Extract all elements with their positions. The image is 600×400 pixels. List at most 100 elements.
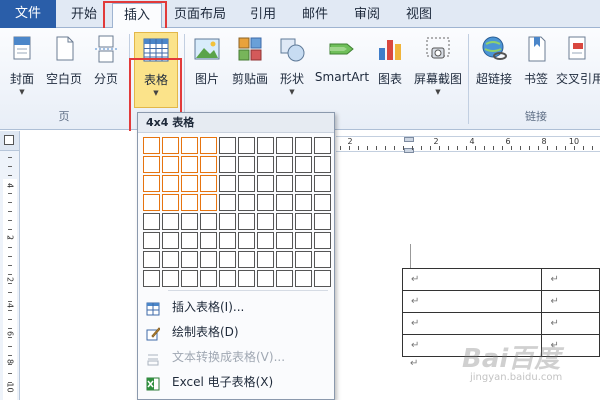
table-grid-cell[interactable] bbox=[181, 270, 198, 287]
table-grid-cell[interactable] bbox=[181, 213, 198, 230]
table-grid-cell[interactable] bbox=[200, 232, 217, 249]
table-grid-cell[interactable] bbox=[143, 156, 160, 173]
table-grid-cell[interactable] bbox=[238, 194, 255, 211]
table-grid-cell[interactable] bbox=[295, 137, 312, 154]
table-grid-cell[interactable] bbox=[314, 156, 331, 173]
tab-selector[interactable] bbox=[0, 131, 20, 151]
table-grid-cell[interactable] bbox=[162, 156, 179, 173]
table-grid-cell[interactable] bbox=[257, 175, 274, 192]
table-grid-cell[interactable] bbox=[219, 213, 236, 230]
hyperlink-button[interactable]: 超链接 bbox=[472, 32, 516, 108]
tab-file[interactable]: 文件 bbox=[0, 0, 56, 28]
table-grid-cell[interactable] bbox=[295, 251, 312, 268]
table-grid-cell[interactable] bbox=[200, 194, 217, 211]
vertical-ruler[interactable]: 42246810 bbox=[0, 151, 20, 400]
table-grid-cell[interactable] bbox=[295, 270, 312, 287]
table-grid-cell[interactable] bbox=[276, 175, 293, 192]
table-grid-cell[interactable] bbox=[219, 270, 236, 287]
table-size-grid[interactable] bbox=[143, 137, 333, 287]
table-grid-cell[interactable] bbox=[162, 232, 179, 249]
table-grid-cell[interactable] bbox=[162, 194, 179, 211]
table-grid-cell[interactable] bbox=[276, 270, 293, 287]
table-grid-cell[interactable] bbox=[257, 232, 274, 249]
indent-marker[interactable] bbox=[404, 137, 414, 153]
table-grid-cell[interactable] bbox=[314, 270, 331, 287]
tab-mailings[interactable]: 邮件 bbox=[294, 3, 336, 28]
table-grid-cell[interactable] bbox=[295, 175, 312, 192]
table-cell[interactable]: ↵ bbox=[541, 268, 600, 291]
table-grid-cell[interactable] bbox=[162, 270, 179, 287]
table-grid-cell[interactable] bbox=[238, 137, 255, 154]
table-grid-cell[interactable] bbox=[238, 213, 255, 230]
table-grid-cell[interactable] bbox=[181, 137, 198, 154]
table-grid-cell[interactable] bbox=[276, 213, 293, 230]
table-cell[interactable]: ↵ bbox=[401, 312, 543, 335]
menu-item-draw-table[interactable]: 绘制表格(D) bbox=[138, 320, 334, 344]
cover-page-button[interactable]: 封面 ▼ bbox=[4, 32, 40, 108]
table-grid-cell[interactable] bbox=[314, 137, 331, 154]
screenshot-button[interactable]: 屏幕截图 ▼ bbox=[410, 32, 466, 108]
table-grid-cell[interactable] bbox=[219, 251, 236, 268]
table-grid-cell[interactable] bbox=[276, 232, 293, 249]
table-grid-cell[interactable] bbox=[162, 137, 179, 154]
table-grid-cell[interactable] bbox=[314, 213, 331, 230]
table-grid-cell[interactable] bbox=[200, 213, 217, 230]
table-grid-cell[interactable] bbox=[314, 232, 331, 249]
table-grid-cell[interactable] bbox=[257, 137, 274, 154]
table-grid-cell[interactable] bbox=[143, 270, 160, 287]
tab-home[interactable]: 开始 bbox=[62, 3, 106, 28]
table-grid-cell[interactable] bbox=[143, 175, 160, 192]
menu-item-quick-tables[interactable]: 快速表格(T) bbox=[138, 395, 334, 400]
table-grid-cell[interactable] bbox=[276, 156, 293, 173]
table-grid-cell[interactable] bbox=[181, 251, 198, 268]
table-grid-cell[interactable] bbox=[200, 137, 217, 154]
cross-reference-button[interactable]: 交叉引用 bbox=[556, 32, 600, 108]
horizontal-ruler[interactable]: 2 2 4 6 8 10 bbox=[336, 136, 600, 153]
table-grid-cell[interactable] bbox=[200, 156, 217, 173]
picture-button[interactable]: 图片 bbox=[189, 32, 225, 108]
table-grid-cell[interactable] bbox=[200, 270, 217, 287]
table-grid-cell[interactable] bbox=[143, 213, 160, 230]
table-grid-cell[interactable] bbox=[143, 232, 160, 249]
table-grid-cell[interactable] bbox=[143, 194, 160, 211]
table-grid-cell[interactable] bbox=[162, 251, 179, 268]
table-grid-cell[interactable] bbox=[238, 270, 255, 287]
table-grid-cell[interactable] bbox=[181, 232, 198, 249]
menu-item-excel[interactable]: Excel 电子表格(X) bbox=[138, 370, 334, 394]
table-button[interactable]: 表格 ▼ bbox=[134, 32, 178, 108]
table-grid-cell[interactable] bbox=[257, 270, 274, 287]
blank-page-button[interactable]: 空白页 bbox=[42, 32, 86, 108]
table-grid-cell[interactable] bbox=[238, 251, 255, 268]
table-grid-cell[interactable] bbox=[181, 194, 198, 211]
bookmark-button[interactable]: 书签 bbox=[518, 32, 554, 108]
table-grid-cell[interactable] bbox=[200, 251, 217, 268]
chart-button[interactable]: 图表 bbox=[372, 32, 408, 108]
page-break-button[interactable]: 分页 bbox=[88, 32, 124, 108]
table-grid-cell[interactable] bbox=[162, 213, 179, 230]
tab-insert[interactable]: 插入 bbox=[112, 3, 162, 29]
table-grid-cell[interactable] bbox=[276, 251, 293, 268]
table-grid-cell[interactable] bbox=[181, 175, 198, 192]
table-grid-cell[interactable] bbox=[276, 137, 293, 154]
table-grid-cell[interactable] bbox=[219, 137, 236, 154]
table-grid-cell[interactable] bbox=[314, 175, 331, 192]
table-grid-cell[interactable] bbox=[238, 156, 255, 173]
table-grid-cell[interactable] bbox=[257, 194, 274, 211]
table-cell[interactable]: ↵ bbox=[541, 290, 600, 313]
table-grid-cell[interactable] bbox=[219, 156, 236, 173]
table-grid-cell[interactable] bbox=[238, 232, 255, 249]
table-grid-cell[interactable] bbox=[295, 156, 312, 173]
shapes-button[interactable]: 形状 ▼ bbox=[274, 32, 310, 108]
table-grid-cell[interactable] bbox=[143, 251, 160, 268]
menu-item-insert-table[interactable]: 插入表格(I)... bbox=[138, 295, 334, 319]
table-grid-cell[interactable] bbox=[314, 251, 331, 268]
clip-art-button[interactable]: 剪贴画 bbox=[228, 32, 272, 108]
table-grid-cell[interactable] bbox=[257, 156, 274, 173]
table-grid-cell[interactable] bbox=[219, 194, 236, 211]
table-grid-cell[interactable] bbox=[295, 194, 312, 211]
table-cell[interactable]: ↵ bbox=[401, 290, 543, 313]
table-grid-cell[interactable] bbox=[143, 137, 160, 154]
table-grid-cell[interactable] bbox=[200, 175, 217, 192]
table-grid-cell[interactable] bbox=[257, 251, 274, 268]
table-cell[interactable]: ↵ bbox=[541, 312, 600, 335]
